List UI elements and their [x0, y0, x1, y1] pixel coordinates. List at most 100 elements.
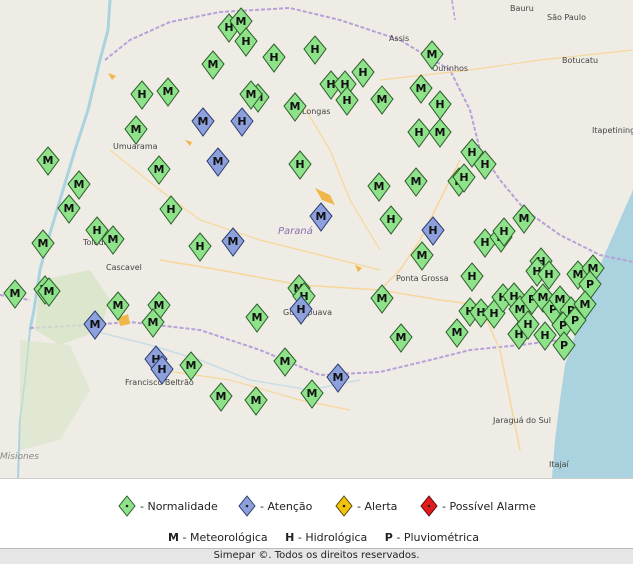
- station-marker[interactable]: M: [238, 80, 264, 110]
- station-marker[interactable]: M: [282, 92, 308, 122]
- station-type-letter: M: [163, 85, 174, 98]
- station-marker[interactable]: M: [155, 77, 181, 107]
- legend-label-normalidade: - Normalidade: [140, 499, 218, 513]
- station-marker[interactable]: M: [244, 303, 270, 333]
- station-marker[interactable]: H: [427, 90, 453, 120]
- station-marker[interactable]: M: [190, 107, 216, 137]
- station-marker[interactable]: M: [366, 172, 392, 202]
- footer-copyright: Simepar ©. Todos os direitos reservados.: [0, 548, 633, 564]
- type-label-m: - Meteorológica: [182, 531, 268, 544]
- station-marker[interactable]: M: [243, 386, 269, 416]
- station-type-letter: M: [411, 175, 422, 188]
- normal-marker-icon: [118, 495, 136, 517]
- station-type-letter: M: [186, 359, 197, 372]
- station-marker[interactable]: H: [451, 163, 477, 193]
- station-marker[interactable]: H: [149, 355, 175, 385]
- station-marker[interactable]: M: [100, 225, 126, 255]
- station-type-letter: M: [416, 82, 427, 95]
- station-type-letter: M: [198, 115, 209, 128]
- station-marker[interactable]: M: [403, 167, 429, 197]
- station-type-letter: M: [307, 387, 318, 400]
- station-marker[interactable]: H: [378, 205, 404, 235]
- station-marker[interactable]: M: [272, 347, 298, 377]
- station-marker[interactable]: H: [233, 27, 259, 57]
- station-marker[interactable]: H: [287, 150, 313, 180]
- station-type-letter: M: [377, 292, 388, 305]
- station-type-letter: M: [417, 249, 428, 262]
- station-type-letter: M: [148, 316, 159, 329]
- station-type-letter: H: [459, 171, 468, 184]
- attention-marker-icon: [238, 495, 256, 517]
- place-label: Itajaí: [549, 460, 569, 469]
- place-label: Cascavel: [106, 263, 142, 272]
- station-type-letter: H: [195, 240, 204, 253]
- station-marker[interactable]: M: [146, 155, 172, 185]
- station-marker[interactable]: M: [409, 241, 435, 271]
- station-type-letter: M: [435, 126, 446, 139]
- station-marker[interactable]: M: [388, 323, 414, 353]
- station-type-letter: H: [166, 203, 175, 216]
- station-marker[interactable]: H: [261, 43, 287, 73]
- station-marker[interactable]: M: [56, 194, 82, 224]
- station-marker[interactable]: M: [178, 351, 204, 381]
- legend-station-types: M - Meteorológica H - Hidrológica P - Pl…: [0, 531, 633, 544]
- station-marker[interactable]: M: [200, 50, 226, 80]
- station-marker[interactable]: H: [129, 80, 155, 110]
- station-marker[interactable]: M: [105, 291, 131, 321]
- station-type-letter: H: [342, 94, 351, 107]
- station-marker[interactable]: M: [369, 85, 395, 115]
- station-marker[interactable]: M: [427, 118, 453, 148]
- station-type-letter: M: [90, 318, 101, 331]
- station-type-letter: M: [333, 371, 344, 384]
- station-marker[interactable]: M: [30, 229, 56, 259]
- station-marker[interactable]: M: [82, 310, 108, 340]
- station-type-letter: H: [435, 98, 444, 111]
- station-marker[interactable]: H: [158, 195, 184, 225]
- station-marker[interactable]: M: [36, 277, 62, 307]
- station-marker[interactable]: M: [123, 115, 149, 145]
- station-type-letter: M: [519, 212, 530, 225]
- station-type-letter: H: [358, 66, 367, 79]
- station-marker[interactable]: P: [551, 331, 577, 361]
- station-marker[interactable]: M: [205, 147, 231, 177]
- station-marker[interactable]: M: [2, 279, 28, 309]
- station-marker[interactable]: M: [369, 284, 395, 314]
- place-label: Botucatu: [562, 56, 599, 65]
- station-marker[interactable]: M: [220, 227, 246, 257]
- alarm-marker-icon: [420, 495, 438, 517]
- station-marker[interactable]: M: [140, 308, 166, 338]
- station-marker[interactable]: M: [444, 318, 470, 348]
- station-type-letter: M: [374, 180, 385, 193]
- station-type-letter: M: [208, 58, 219, 71]
- station-marker[interactable]: H: [187, 232, 213, 262]
- station-type-letter: M: [113, 299, 124, 312]
- station-marker[interactable]: M: [35, 146, 61, 176]
- station-type-letter: H: [428, 224, 437, 237]
- station-type-letter: M: [228, 235, 239, 248]
- station-marker[interactable]: M: [325, 363, 351, 393]
- station-marker[interactable]: H: [288, 295, 314, 325]
- station-type-letter: M: [10, 287, 21, 300]
- station-marker[interactable]: H: [229, 107, 255, 137]
- station-type-letter: H: [296, 303, 305, 316]
- station-marker[interactable]: H: [350, 58, 376, 88]
- station-marker[interactable]: H: [459, 262, 485, 292]
- map-view[interactable]: Bauru São Paulo Assis Ourinhos Botucatu Itape…: [0, 0, 633, 478]
- station-type-letter: M: [316, 210, 327, 223]
- station-marker[interactable]: M: [299, 379, 325, 409]
- station-type-letter: M: [64, 202, 75, 215]
- station-type-letter: M: [213, 155, 224, 168]
- station-marker[interactable]: H: [334, 86, 360, 116]
- station-marker[interactable]: H: [491, 217, 517, 247]
- station-type-letter: M: [74, 178, 85, 191]
- station-marker[interactable]: M: [208, 382, 234, 412]
- station-marker[interactable]: H: [302, 35, 328, 65]
- place-label: Jaraguá do Sul: [493, 416, 551, 425]
- station-type-letter: M: [216, 390, 227, 403]
- place-label: Ponta Grossa: [396, 274, 449, 283]
- station-type-letter: P: [571, 314, 579, 327]
- station-marker[interactable]: M: [419, 40, 445, 70]
- place-label: Itapetininga: [592, 126, 633, 135]
- station-marker[interactable]: M: [308, 202, 334, 232]
- type-letter-h: H: [285, 531, 295, 544]
